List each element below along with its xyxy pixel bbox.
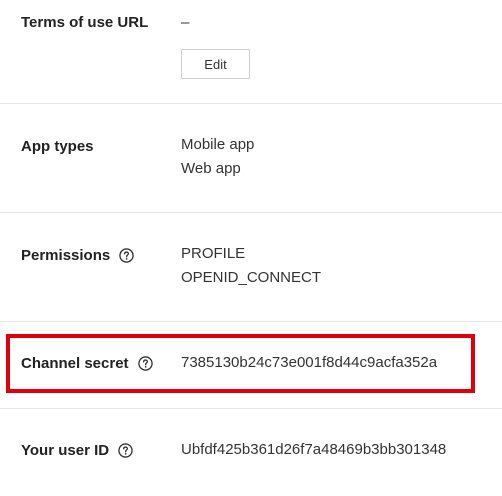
divider [0,408,502,409]
user-id-value: Ubfdf425b361d26f7a48469b3bb301348 [181,441,447,458]
channel-secret-value: 7385130b24c73e001f8d44c9acfa352a [181,354,438,371]
channel-secret-label: Channel secret [21,355,153,372]
permission-item: PROFILE [181,245,246,262]
divider [0,103,502,104]
app-type-item: Web app [181,160,241,177]
question-circle-icon[interactable] [119,248,134,263]
channel-settings-panel: Terms of use URL – Edit App types Mobile… [0,0,502,496]
user-id-label: Your user ID [21,442,133,459]
user-id-label-text: Your user ID [21,442,110,459]
permission-item: OPENID_CONNECT [181,269,322,286]
channel-secret-label-text: Channel secret [21,355,129,372]
permissions-label-text: Permissions [21,247,111,264]
app-types-label: App types [21,138,94,155]
question-circle-icon[interactable] [118,443,133,458]
permissions-value: PROFILE OPENID_CONNECT [181,242,321,290]
divider [0,212,502,213]
app-types-value: Mobile app Web app [181,133,254,181]
question-circle-icon[interactable] [137,356,153,371]
permissions-label: Permissions [21,247,134,264]
terms-of-use-value: – [181,14,190,31]
app-type-item: Mobile app [181,136,255,153]
edit-button[interactable]: Edit [181,49,250,79]
divider [0,321,502,322]
terms-of-use-label-text: Terms of use URL [21,14,149,31]
app-types-label-text: App types [21,138,94,155]
terms-of-use-label: Terms of use URL [21,14,148,31]
